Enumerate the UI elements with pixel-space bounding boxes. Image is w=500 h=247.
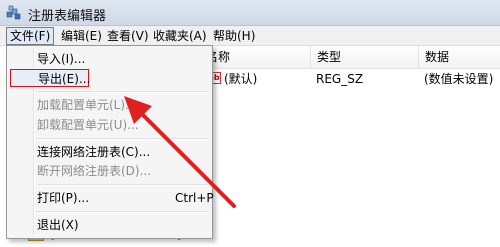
menu-item-load-hive[interactable]: 加载配置单元(L)... — [37, 96, 137, 114]
file-menu-dropdown: 导入(I)... 导出(E)... 加载配置单元(L)... 卸载配置单元(U)… — [6, 45, 214, 239]
menu-item-print[interactable]: 打印(P)... — [37, 189, 89, 207]
menu-item-disconnect-network[interactable]: 断开网络注册表(D)... — [37, 162, 151, 180]
menu-separator — [37, 211, 208, 213]
menu-file[interactable]: 文件(F) — [6, 27, 55, 45]
menu-help[interactable]: 帮助(H) — [210, 28, 258, 44]
row-data: (数值未设置) — [424, 72, 494, 86]
column-header-data[interactable]: 数据 — [418, 46, 500, 69]
window-title: 注册表编辑器 — [28, 9, 107, 24]
title-bar: 注册表编辑器 — [0, 0, 500, 26]
column-header-type[interactable]: 类型 — [310, 46, 425, 69]
menu-item-connect-network[interactable]: 连接网络注册表(C)... — [37, 143, 150, 161]
row-type: REG_SZ — [316, 72, 364, 86]
menu-separator — [37, 184, 208, 186]
menu-favorites[interactable]: 收藏夹(A) — [150, 28, 210, 44]
menu-separator — [37, 91, 208, 93]
menu-edit[interactable]: 编辑(E) — [58, 28, 105, 44]
print-shortcut: Ctrl+P — [175, 191, 214, 205]
menu-view[interactable]: 查看(V) — [104, 28, 152, 44]
menu-item-import[interactable]: 导入(I)... — [37, 50, 85, 68]
menu-separator — [37, 138, 208, 140]
row-name[interactable]: (默认) — [224, 70, 257, 88]
menu-item-exit[interactable]: 退出(X) — [37, 216, 79, 234]
menu-item-unload-hive[interactable]: 卸载配置单元(U)... — [37, 116, 139, 134]
menu-bar: 文件(F) 编辑(E) 查看(V) 收藏夹(A) 帮助(H) — [0, 26, 500, 46]
column-header-name[interactable]: 名称 — [200, 46, 316, 69]
menu-item-export[interactable]: 导出(E)... — [10, 69, 90, 87]
registry-editor-icon — [6, 5, 21, 20]
